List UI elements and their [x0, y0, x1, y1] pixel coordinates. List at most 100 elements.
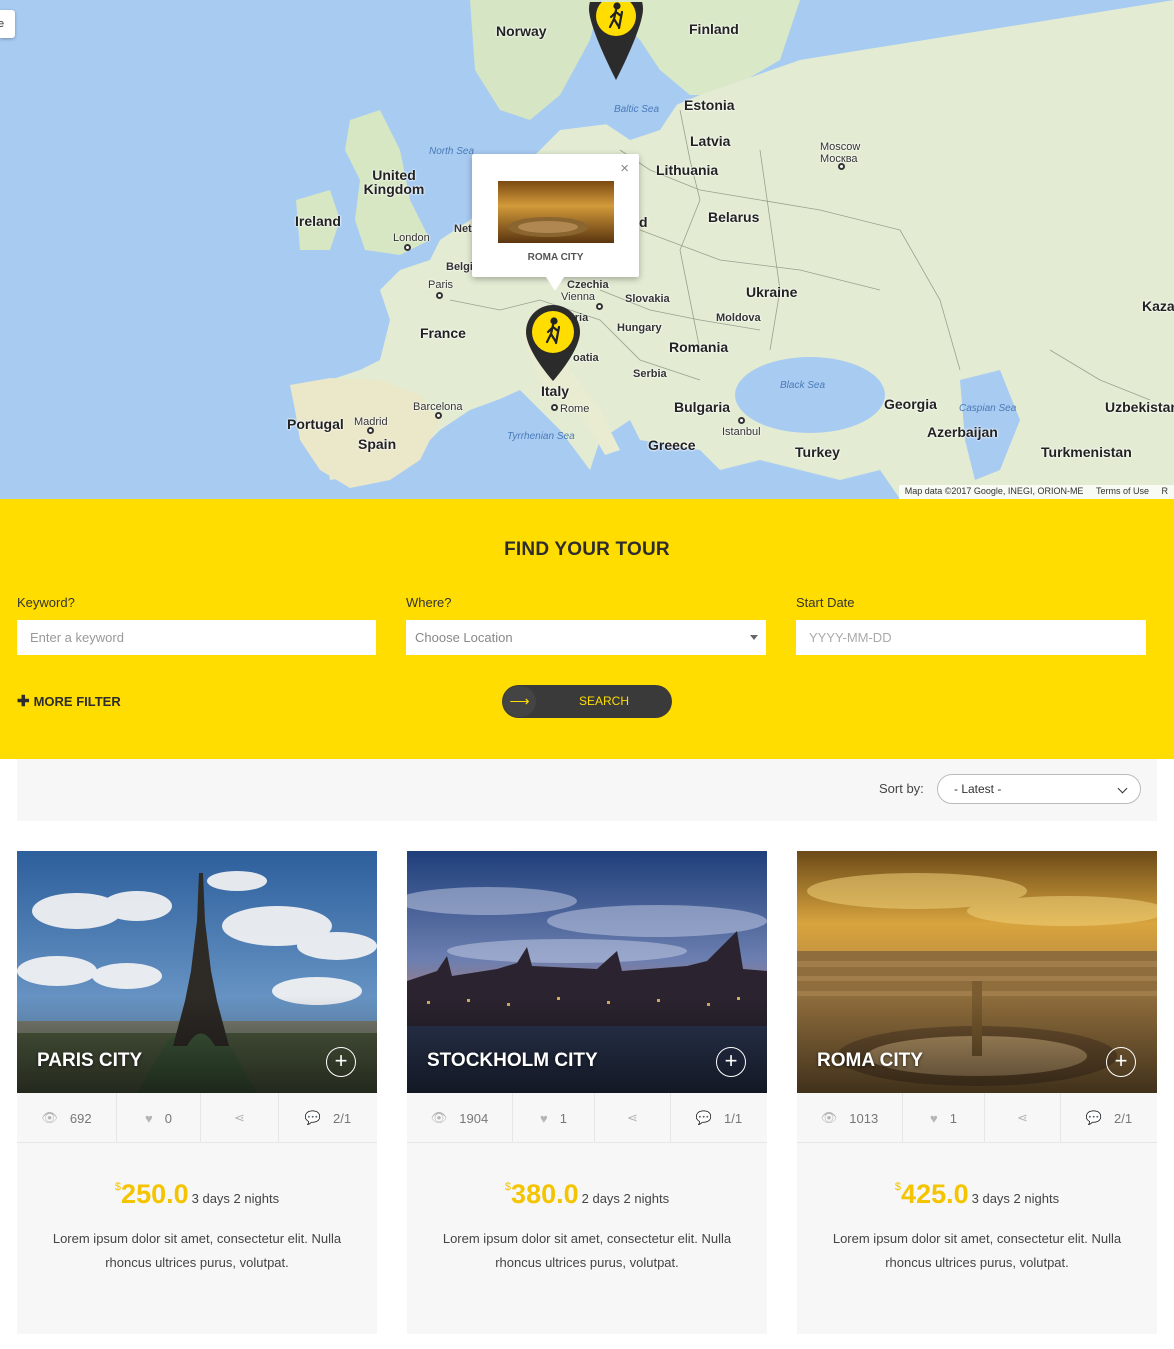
- likes-stat[interactable]: ♥ 0: [117, 1093, 201, 1143]
- map-attribution-text: Map data ©2017 Google, INEGI, ORION-ME: [904, 486, 1084, 496]
- tour-stats: 👁 1013 ♥ 1 ⋖ 💬 2/1: [797, 1093, 1157, 1143]
- map-label-czechia: Czechia: [567, 279, 609, 291]
- tour-image-roma[interactable]: ROMA CITY +: [797, 851, 1157, 1093]
- arrow-right-icon: ⟶: [503, 686, 536, 717]
- sort-select[interactable]: - Latest -: [937, 774, 1141, 804]
- tour-map[interactable]: e Norway Finland Estonia Latvia Lithuani…: [0, 0, 1174, 499]
- tour-description: Lorem ipsum dolor sit amet, consectetur …: [832, 1231, 1122, 1270]
- views-count: 1013: [849, 1110, 879, 1126]
- views-count: 692: [69, 1110, 92, 1126]
- tour-stats: 👁 692 ♥ 0 ⋖ 💬 2/1: [17, 1093, 377, 1143]
- add-circle-icon[interactable]: +: [716, 1047, 746, 1077]
- map-label-turkey: Turkey: [795, 444, 840, 460]
- comment-icon: 💬: [304, 1110, 322, 1125]
- share-stat[interactable]: ⋖: [985, 1093, 1061, 1143]
- start-date-placeholder: YYYY-MM-DD: [809, 630, 892, 645]
- map-label-finland: Finland: [689, 21, 739, 37]
- heart-icon: ♥: [930, 1110, 938, 1126]
- map-label-hungary: Hungary: [617, 322, 662, 334]
- map-label-rome: Rome: [560, 403, 590, 415]
- tour-duration: 2 days 2 nights: [581, 1191, 670, 1206]
- map-label-slovakia: Slovakia: [625, 293, 670, 305]
- likes-count: 1: [949, 1110, 957, 1126]
- start-date-input[interactable]: YYYY-MM-DD: [796, 620, 1146, 655]
- map-label-georgia: Georgia: [884, 396, 937, 412]
- views-count: 1904: [459, 1110, 489, 1126]
- tour-image-paris[interactable]: PARIS CITY +: [17, 851, 377, 1093]
- add-circle-icon[interactable]: +: [1106, 1047, 1136, 1077]
- tour-card-roma: ROMA CITY + 👁 1013 ♥ 1 ⋖ 💬 2/1 $425.0 3 days…: [797, 851, 1157, 1334]
- more-filter-button[interactable]: ✚ MORE FILTER: [17, 692, 121, 710]
- map-label-vienna: Vienna: [561, 291, 596, 303]
- popup-close-icon[interactable]: ×: [620, 160, 629, 177]
- map-label-poland-partial: d: [639, 214, 648, 230]
- sort-bar: Sort by: - Latest -: [17, 759, 1157, 821]
- eye-icon: 👁: [41, 1110, 58, 1125]
- map-label-greece: Greece: [648, 437, 696, 453]
- map-pin-stockholm[interactable]: [589, 0, 643, 80]
- add-circle-icon[interactable]: +: [326, 1047, 356, 1077]
- comments-count: 2/1: [1114, 1110, 1133, 1126]
- map-label-london: London: [393, 232, 430, 244]
- likes-stat[interactable]: ♥ 1: [903, 1093, 985, 1143]
- comments-stat[interactable]: 💬 1/1: [671, 1093, 767, 1143]
- map-label-lithuania: Lithuania: [656, 162, 719, 178]
- price-amount: 425.0: [901, 1179, 969, 1209]
- share-icon: ⋖: [627, 1110, 638, 1125]
- map-label-baltic-sea: Baltic Sea: [614, 104, 660, 115]
- map-label-azerbaijan: Azerbaijan: [927, 424, 998, 440]
- map-label-serbia: Serbia: [633, 368, 667, 380]
- comment-icon: 💬: [695, 1110, 713, 1125]
- price-currency: $: [894, 1181, 902, 1193]
- comments-stat[interactable]: 💬 2/1: [1061, 1093, 1157, 1143]
- pin-icon: [589, 0, 643, 80]
- map-label-france: France: [420, 325, 466, 341]
- city-dot-barcelona: [435, 412, 442, 419]
- popup-thumbnail[interactable]: [498, 181, 614, 243]
- map-label-portugal: Portugal: [287, 416, 344, 432]
- keyword-placeholder: Enter a keyword: [30, 630, 124, 645]
- map-label-black-sea: Black Sea: [780, 380, 826, 391]
- tour-description: Lorem ipsum dolor sit amet, consectetur …: [52, 1231, 342, 1270]
- likes-count: 0: [164, 1110, 172, 1126]
- map-label-italy: Italy: [541, 383, 570, 399]
- popup-title: ROMA CITY: [527, 252, 584, 263]
- map-info-popup: ROMA CITY ×: [472, 154, 639, 291]
- map-label-paris: Paris: [428, 279, 454, 291]
- likes-count: 1: [559, 1110, 567, 1126]
- search-button[interactable]: ⟶ SEARCH: [502, 685, 672, 718]
- city-dot-rome: [551, 404, 558, 411]
- more-filter-label: MORE FILTER: [33, 694, 121, 709]
- map-label-north-sea: North Sea: [429, 146, 475, 157]
- city-dot-istanbul: [738, 417, 745, 424]
- tour-image-stockholm[interactable]: STOCKHOLM CITY +: [407, 851, 767, 1093]
- share-icon: ⋖: [234, 1110, 245, 1125]
- map-label-belarus: Belarus: [708, 209, 760, 225]
- map-label-ukraine: Ukraine: [746, 284, 798, 300]
- city-dot-paris: [436, 292, 443, 299]
- likes-stat[interactable]: ♥ 1: [513, 1093, 595, 1143]
- views-stat: 👁 692: [17, 1093, 117, 1143]
- map-pin-rome[interactable]: [526, 305, 580, 381]
- share-stat[interactable]: ⋖: [595, 1093, 671, 1143]
- map-corner-tab[interactable]: e: [0, 10, 15, 38]
- share-stat[interactable]: ⋖: [201, 1093, 279, 1143]
- tour-price: $250.0 3 days 2 nights: [17, 1179, 377, 1210]
- map-label-kaza: Kaza: [1142, 298, 1174, 314]
- tour-description: Lorem ipsum dolor sit amet, consectetur …: [442, 1231, 732, 1270]
- keyword-input[interactable]: Enter a keyword: [17, 620, 376, 655]
- map-label-bulgaria: Bulgaria: [674, 399, 731, 415]
- map-label-estonia: Estonia: [684, 97, 735, 113]
- comments-stat[interactable]: 💬 2/1: [279, 1093, 377, 1143]
- city-dot-london: [404, 244, 411, 251]
- comments-count: 1/1: [724, 1110, 743, 1126]
- tour-duration: 3 days 2 nights: [191, 1191, 280, 1206]
- location-select[interactable]: Choose Location: [406, 620, 766, 655]
- tour-card-paris: PARIS CITY + 👁 692 ♥ 0 ⋖ 💬 2/1 $250.0 3 days…: [17, 851, 377, 1334]
- map-terms-link[interactable]: Terms of Use: [1096, 486, 1149, 496]
- start-date-label: Start Date: [796, 595, 855, 610]
- tour-card-stockholm: STOCKHOLM CITY + 👁 1904 ♥ 1 ⋖ 💬 1/1 $380.0 2…: [407, 851, 767, 1334]
- price-amount: 250.0: [121, 1179, 189, 1209]
- city-dot-moscow: [838, 163, 845, 170]
- map-label-spain: Spain: [358, 436, 397, 452]
